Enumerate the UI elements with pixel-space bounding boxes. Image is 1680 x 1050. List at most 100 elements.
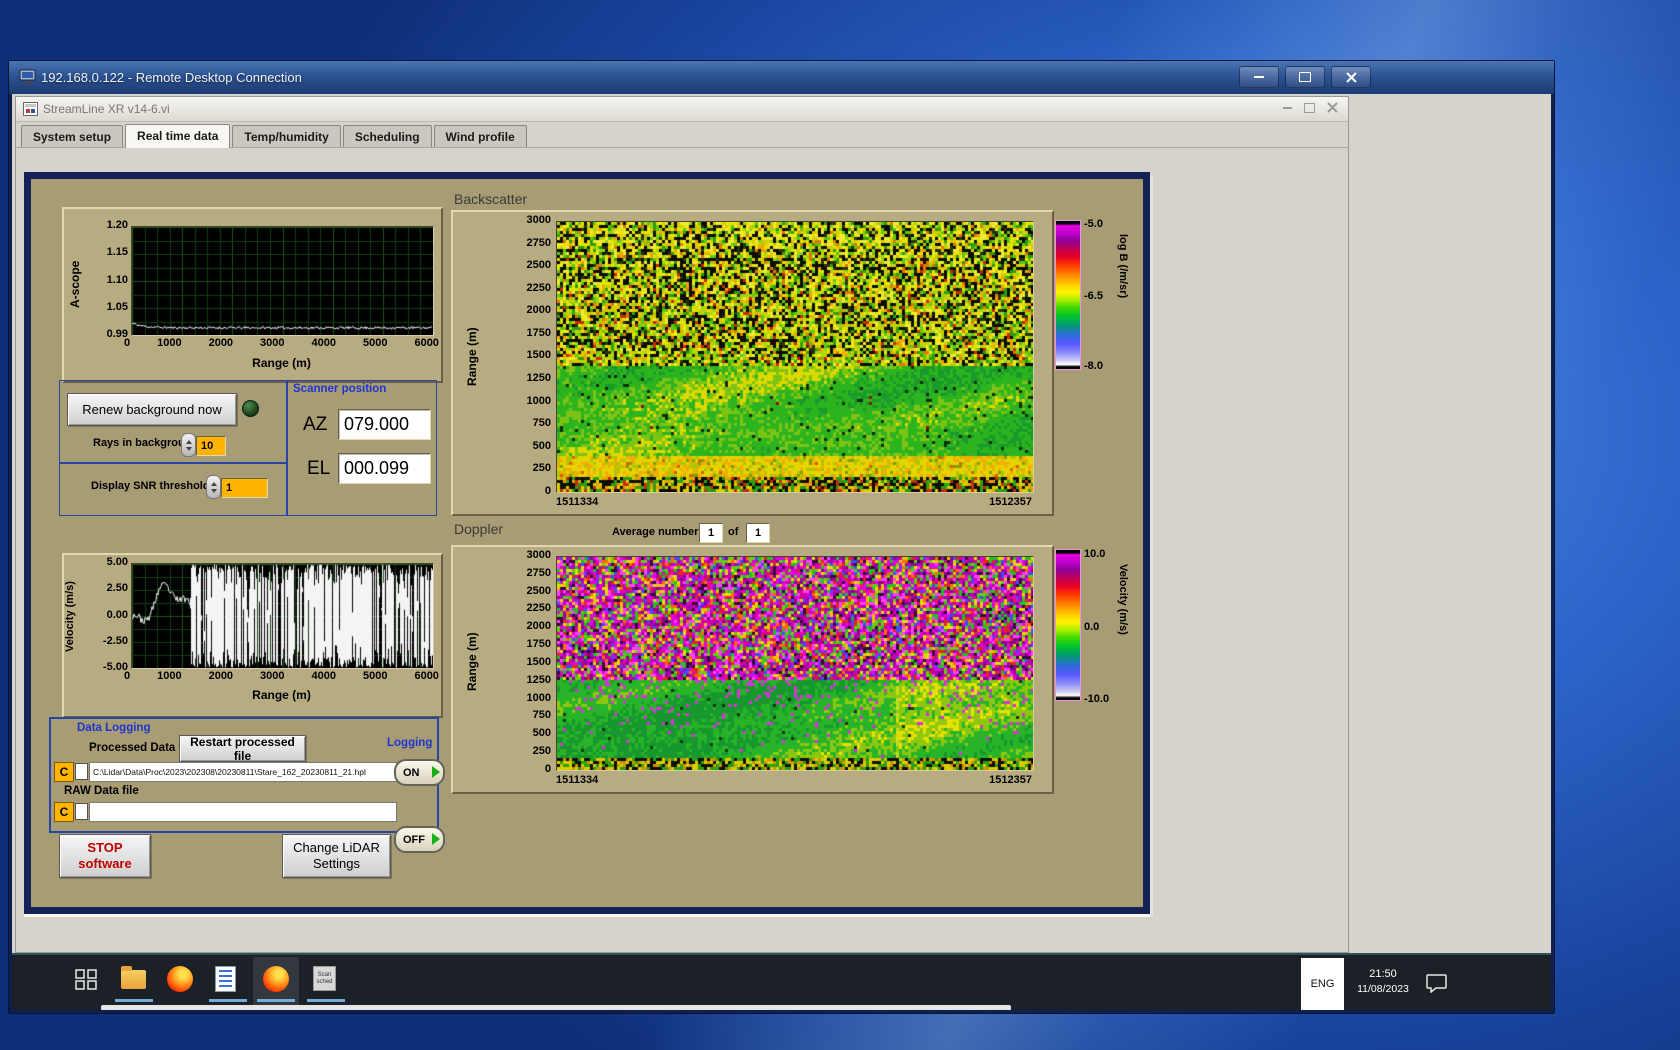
el-value-field[interactable]: 000.099 bbox=[338, 453, 431, 484]
average-number-field[interactable]: 1 bbox=[699, 523, 723, 543]
raw-path-field[interactable] bbox=[89, 802, 397, 822]
stop-software-button[interactable]: STOP software bbox=[59, 834, 151, 878]
processed-path-field[interactable]: C:\Lidar\Data\Proc\2023\202308\20230811\… bbox=[89, 762, 397, 782]
active-app-highlight[interactable] bbox=[253, 957, 299, 1010]
doppler-colorbar-tick: 10.0 bbox=[1084, 548, 1105, 560]
range-y-tick: 1500 bbox=[527, 350, 551, 361]
range-y-tick: 2000 bbox=[527, 305, 551, 316]
spinner-down-icon[interactable] bbox=[186, 447, 192, 451]
app-close-icon[interactable] bbox=[1327, 102, 1338, 113]
clock[interactable]: 21:50 11/08/2023 bbox=[1347, 967, 1419, 997]
remote-desktop-icon bbox=[19, 69, 37, 85]
average-total-field[interactable]: 1 bbox=[746, 523, 770, 543]
rays-value-field[interactable]: 10 bbox=[196, 436, 226, 456]
spinner-up-icon[interactable] bbox=[186, 440, 192, 444]
processed-logging-on-button[interactable]: ON bbox=[394, 759, 445, 786]
doppler-title: Doppler bbox=[454, 521, 503, 537]
task-view-icon[interactable] bbox=[73, 966, 99, 992]
rays-spinner[interactable] bbox=[181, 433, 196, 457]
raw-drive-box[interactable]: C bbox=[54, 802, 74, 822]
app-titlebar[interactable]: StreamLine XR v14-6.vi bbox=[16, 97, 1348, 122]
firefox-active-icon[interactable] bbox=[263, 966, 289, 992]
raw-browse-icon[interactable] bbox=[75, 803, 88, 820]
tab-real-time-data[interactable]: Real time data bbox=[125, 124, 230, 148]
renew-background-button[interactable]: Renew background now bbox=[67, 393, 237, 426]
ascope-x-tick: 0 bbox=[124, 338, 130, 349]
ascope-y-tick: 1.20 bbox=[107, 220, 128, 231]
velocity-y-axis: 5.002.500.00-2.50-5.00 bbox=[78, 557, 128, 673]
velocity-plot-canvas bbox=[131, 563, 434, 669]
doppler-heatmap-canvas bbox=[556, 556, 1034, 771]
ascope-y-tick: 1.05 bbox=[107, 302, 128, 313]
ascope-y-tick: 1.10 bbox=[107, 275, 128, 286]
backscatter-graph-panel: 3000275025002250200017501500125010007505… bbox=[451, 210, 1054, 516]
action-center-icon[interactable] bbox=[1425, 973, 1449, 993]
velocity-y-tick: 2.50 bbox=[107, 583, 128, 594]
average-of-label: of bbox=[728, 526, 738, 538]
range-y-tick: 2000 bbox=[527, 621, 551, 632]
scan-icon-line1: Scan bbox=[314, 972, 335, 979]
range-y-tick: 1750 bbox=[527, 639, 551, 650]
minimize-icon bbox=[1254, 76, 1264, 78]
notepad-document-icon[interactable] bbox=[215, 966, 236, 992]
tab-wind-profile[interactable]: Wind profile bbox=[434, 125, 527, 147]
minimize-button[interactable] bbox=[1239, 66, 1279, 88]
maximize-icon bbox=[1299, 72, 1311, 82]
tab-system-setup[interactable]: System setup bbox=[21, 125, 123, 147]
range-y-tick: 2500 bbox=[527, 586, 551, 597]
snr-value-field[interactable]: 1 bbox=[221, 478, 268, 498]
velocity-x-tick: 5000 bbox=[363, 671, 387, 682]
processed-drive-box[interactable]: C bbox=[54, 762, 74, 782]
clock-date: 11/08/2023 bbox=[1347, 982, 1419, 997]
velocity-x-tick: 3000 bbox=[260, 671, 284, 682]
velocity-graph-panel: 5.002.500.00-2.50-5.00 Velocity (m/s) 01… bbox=[62, 553, 443, 718]
velocity-x-tick: 0 bbox=[124, 671, 130, 682]
file-explorer-icon[interactable] bbox=[121, 970, 146, 989]
ascope-x-tick: 2000 bbox=[209, 338, 233, 349]
labview-vi-icon bbox=[23, 102, 38, 116]
velocity-y-tick: 0.00 bbox=[107, 610, 128, 621]
ascope-x-tick: 4000 bbox=[312, 338, 336, 349]
desktop: 192.168.0.122 - Remote Desktop Connectio… bbox=[0, 0, 1680, 1050]
range-y-tick: 750 bbox=[533, 710, 551, 721]
range-y-tick: 1250 bbox=[527, 373, 551, 384]
backscatter-time-axis: 1511334 1512357 bbox=[556, 497, 1032, 508]
rdp-window-controls bbox=[1239, 66, 1371, 88]
range-y-tick: 2250 bbox=[527, 603, 551, 614]
backscatter-colorbar-tick: -8.0 bbox=[1084, 360, 1103, 372]
backscatter-colorbar-tick: -6.5 bbox=[1084, 290, 1103, 302]
snr-threshold-group: Display SNR threshold 1 bbox=[59, 462, 287, 516]
app-window-controls bbox=[1283, 102, 1338, 113]
close-button[interactable] bbox=[1331, 66, 1371, 88]
range-y-tick: 2500 bbox=[527, 260, 551, 271]
spinner-up-icon[interactable] bbox=[211, 482, 217, 486]
range-y-tick: 500 bbox=[533, 441, 551, 452]
rdp-titlebar[interactable]: 192.168.0.122 - Remote Desktop Connectio… bbox=[9, 61, 1554, 94]
doppler-colorbar-tick: -10.0 bbox=[1084, 693, 1109, 705]
raw-logging-off-button[interactable]: OFF bbox=[394, 826, 445, 853]
doppler-y-axis-label: Range (m) bbox=[465, 602, 479, 722]
backscatter-colorbar bbox=[1055, 220, 1081, 370]
processed-browse-icon[interactable] bbox=[75, 763, 88, 780]
app-maximize-icon[interactable] bbox=[1304, 103, 1315, 113]
range-y-tick: 2750 bbox=[527, 238, 551, 249]
maximize-button[interactable] bbox=[1285, 66, 1325, 88]
scan-scheduler-icon[interactable]: Scan sched bbox=[313, 966, 336, 991]
data-logging-group: Data Logging Processed Data file Restart… bbox=[49, 717, 439, 833]
velocity-x-axis: 0100020003000400050006000 bbox=[124, 671, 439, 682]
firefox-icon[interactable] bbox=[167, 966, 193, 992]
range-y-tick: 0 bbox=[545, 764, 551, 775]
app-minimize-icon[interactable] bbox=[1283, 107, 1292, 109]
restart-processed-file-button[interactable]: Restart processed file bbox=[179, 735, 306, 762]
tab-temp-humidity[interactable]: Temp/humidity bbox=[232, 125, 340, 147]
language-indicator[interactable]: ENG bbox=[1301, 958, 1344, 1010]
change-lidar-settings-button[interactable]: Change LiDAR Settings bbox=[282, 834, 391, 878]
az-value-field[interactable]: 079.000 bbox=[338, 409, 431, 440]
tab-scheduling[interactable]: Scheduling bbox=[343, 125, 432, 147]
running-indicator bbox=[257, 999, 295, 1002]
taskbar: Scan sched ENG 21:50 11/08/2023 bbox=[12, 953, 1551, 1010]
backscatter-colorbar-label: log B (/m/sr) bbox=[1117, 234, 1129, 364]
backscatter-y-axis-label: Range (m) bbox=[465, 297, 479, 417]
snr-spinner[interactable] bbox=[206, 475, 221, 499]
spinner-down-icon[interactable] bbox=[211, 489, 217, 493]
